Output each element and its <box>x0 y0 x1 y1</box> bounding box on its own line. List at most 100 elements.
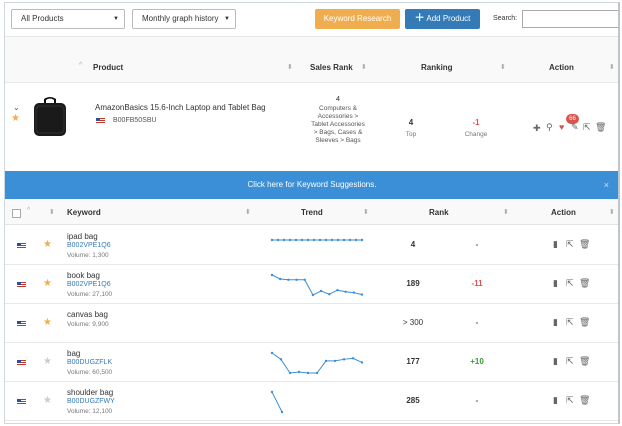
trend-point <box>294 238 298 242</box>
star-icon[interactable]: ★ <box>43 317 52 328</box>
keyword-rank: 177 <box>406 357 420 366</box>
bar-chart-icon[interactable]: ▮ <box>553 278 558 289</box>
external-link-icon[interactable]: ⇱ <box>566 278 574 289</box>
keyword-asin-link[interactable]: B00DUGZFLK <box>67 359 112 366</box>
keyword-suggestions-banner[interactable]: Click here for Keyword Suggestions. × <box>5 171 618 199</box>
graph-history-select[interactable]: Monthly graph history ▼ <box>132 9 236 29</box>
column-trend: Trend <box>301 208 323 217</box>
add-product-button[interactable]: ＋ Add Product <box>405 9 480 29</box>
trend-point <box>351 357 355 360</box>
sort-asc-icon[interactable]: ^ <box>27 207 30 214</box>
column-rank[interactable]: Rank <box>429 208 449 217</box>
star-icon[interactable]: ★ <box>43 356 52 367</box>
trend-point <box>352 291 356 294</box>
keyword-suggestions-text[interactable]: Click here for Keyword Suggestions. <box>248 180 377 189</box>
sort-icon[interactable]: ⬍ <box>49 208 55 216</box>
sort-icon[interactable]: ⬍ <box>363 208 369 216</box>
keyword-asin-link[interactable]: B00DUGZFWY <box>67 398 115 405</box>
trash-icon[interactable]: 🗑 <box>579 317 590 328</box>
keyword-asin-link[interactable]: B002VPE1Q6 <box>67 281 111 288</box>
trend-point <box>278 277 282 281</box>
sales-rank-category-line: Accessories > <box>317 113 359 120</box>
sort-icon[interactable]: ⬍ <box>245 208 251 216</box>
column-ranking[interactable]: Ranking <box>421 63 453 72</box>
keyword-rank: 4 <box>410 240 416 249</box>
caret-down-icon: ▼ <box>113 16 119 22</box>
trend-point <box>280 410 284 414</box>
trash-icon[interactable]: 🗑 <box>579 356 590 367</box>
column-action: Action <box>551 208 576 217</box>
us-flag-icon <box>17 399 26 405</box>
trash-icon[interactable]: 🗑 <box>579 395 590 406</box>
top-rank-value: 4 <box>408 118 414 127</box>
star-icon[interactable]: ★ <box>43 278 52 289</box>
sales-rank-category-line: > Bags, Cases & <box>313 129 363 136</box>
sort-icon[interactable]: ⬍ <box>500 63 506 71</box>
bar-chart-icon[interactable]: ▮ <box>553 356 558 367</box>
external-link-icon[interactable]: ⇱ <box>583 122 591 133</box>
close-icon[interactable]: × <box>604 171 609 199</box>
trash-icon[interactable]: 🗑 <box>595 122 606 133</box>
sort-icon[interactable]: ⬍ <box>609 63 615 71</box>
chevron-down-icon[interactable]: ⌄ <box>13 103 20 112</box>
product-title[interactable]: AmazonBasics 15.6-Inch Laptop and Tablet… <box>95 103 266 112</box>
keyword-volume: Volume: 12,100 <box>67 408 113 415</box>
bar-chart-icon[interactable]: ▮ <box>553 317 558 328</box>
trend-point <box>342 238 346 242</box>
bar-chart-icon[interactable]: ▮ <box>553 239 558 250</box>
sort-asc-icon[interactable]: ^ <box>79 62 82 69</box>
keyword-volume: Volume: 27,100 <box>67 291 113 298</box>
change-label: Change <box>464 131 488 138</box>
trend-point <box>318 238 322 242</box>
column-sales-rank[interactable]: Sales Rank <box>310 63 353 72</box>
external-link-icon[interactable]: ⇱ <box>566 356 574 367</box>
sort-icon[interactable]: ⬍ <box>609 208 615 216</box>
graph-history-value: Monthly graph history <box>142 14 219 23</box>
magnifier-icon[interactable]: ⚲ <box>546 122 553 133</box>
star-icon[interactable]: ★ <box>11 113 20 124</box>
trash-icon[interactable]: 🗑 <box>579 278 590 289</box>
trend-point <box>328 293 331 296</box>
heart-icon[interactable]: ♥ <box>559 122 564 132</box>
external-link-icon[interactable]: ⇱ <box>566 317 574 328</box>
star-icon[interactable]: ★ <box>43 395 52 406</box>
trend-point <box>300 238 304 242</box>
trend-point <box>287 278 290 281</box>
external-link-icon[interactable]: ⇱ <box>566 239 574 250</box>
trend-point <box>288 238 292 242</box>
keyword-name[interactable]: ipad bag <box>67 232 98 241</box>
trend-point <box>303 278 306 281</box>
select-all-checkbox[interactable] <box>12 209 21 218</box>
bar-chart-icon[interactable]: ▮ <box>553 395 558 406</box>
keyword-asin-link[interactable]: B002VPE1Q6 <box>67 242 111 249</box>
keyword-rank: > 300 <box>402 318 424 327</box>
trend-sparkline <box>270 351 364 375</box>
product-filter-select[interactable]: All Products ▼ <box>11 9 125 29</box>
column-keyword[interactable]: Keyword <box>67 208 101 217</box>
plus-icon[interactable]: ✚ <box>533 123 541 134</box>
us-flag-icon <box>17 360 26 366</box>
pencil-icon[interactable]: ✎ <box>571 122 579 133</box>
change-value: -1 <box>472 118 480 127</box>
keyword-research-button[interactable]: Keyword Research <box>315 9 400 29</box>
search-input[interactable] <box>522 10 618 28</box>
star-icon[interactable]: ★ <box>43 239 52 250</box>
sort-icon[interactable]: ⬍ <box>287 63 293 71</box>
column-product[interactable]: Product <box>93 63 123 72</box>
keyword-name[interactable]: bag <box>67 349 80 358</box>
us-flag-icon <box>17 321 26 327</box>
trash-icon[interactable]: 🗑 <box>579 239 590 250</box>
column-action: Action <box>549 63 574 72</box>
external-link-icon[interactable]: ⇱ <box>566 395 574 406</box>
keyword-name[interactable]: shoulder bag <box>67 388 113 397</box>
keyword-name[interactable]: canvas bag <box>67 310 108 319</box>
keyword-rank-change: -11 <box>471 279 483 288</box>
trend-sparkline <box>270 390 284 414</box>
keyword-name[interactable]: book bag <box>67 271 100 280</box>
trend-point <box>344 290 347 293</box>
toolbar: All Products ▼ Monthly graph history ▼ K… <box>5 3 618 37</box>
sort-icon[interactable]: ⬍ <box>361 63 367 71</box>
trend-line <box>271 352 363 374</box>
trend-point <box>354 238 358 242</box>
sort-icon[interactable]: ⬍ <box>503 208 509 216</box>
